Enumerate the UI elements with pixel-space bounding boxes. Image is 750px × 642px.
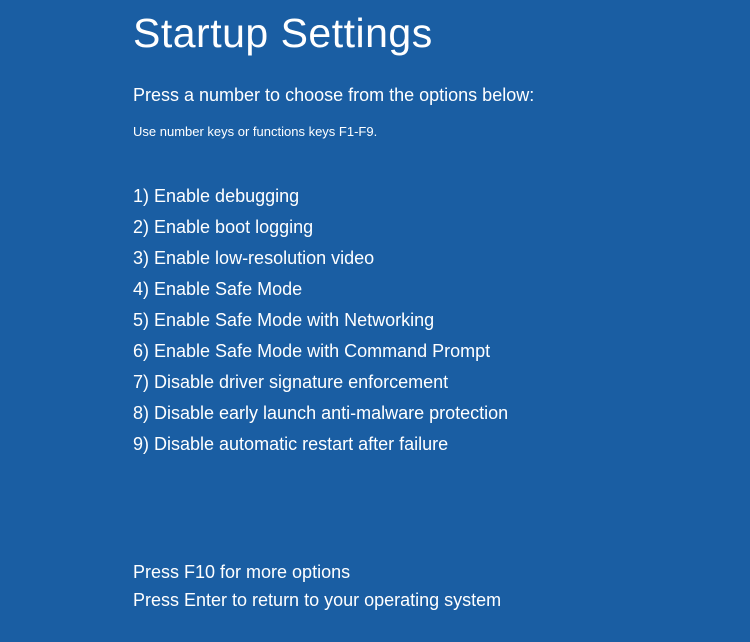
option-enable-safe-mode[interactable]: 4) Enable Safe Mode	[133, 274, 750, 305]
startup-settings-screen: Startup Settings Press a number to choos…	[0, 0, 750, 615]
option-disable-driver-signature-enforcement[interactable]: 7) Disable driver signature enforcement	[133, 367, 750, 398]
option-disable-early-launch-antimalware[interactable]: 8) Disable early launch anti-malware pro…	[133, 398, 750, 429]
hint-text: Use number keys or functions keys F1-F9.	[133, 124, 750, 139]
footer-instructions: Press F10 for more options Press Enter t…	[133, 558, 750, 616]
option-enable-debugging[interactable]: 1) Enable debugging	[133, 181, 750, 212]
option-disable-automatic-restart[interactable]: 9) Disable automatic restart after failu…	[133, 429, 750, 460]
option-enable-boot-logging[interactable]: 2) Enable boot logging	[133, 212, 750, 243]
option-enable-low-resolution-video[interactable]: 3) Enable low-resolution video	[133, 243, 750, 274]
page-title: Startup Settings	[133, 10, 750, 57]
option-enable-safe-mode-command-prompt[interactable]: 6) Enable Safe Mode with Command Prompt	[133, 336, 750, 367]
more-options-text: Press F10 for more options	[133, 558, 750, 587]
option-enable-safe-mode-networking[interactable]: 5) Enable Safe Mode with Networking	[133, 305, 750, 336]
return-text: Press Enter to return to your operating …	[133, 586, 750, 615]
boot-options-list: 1) Enable debugging 2) Enable boot loggi…	[133, 181, 750, 460]
instruction-text: Press a number to choose from the option…	[133, 85, 750, 106]
